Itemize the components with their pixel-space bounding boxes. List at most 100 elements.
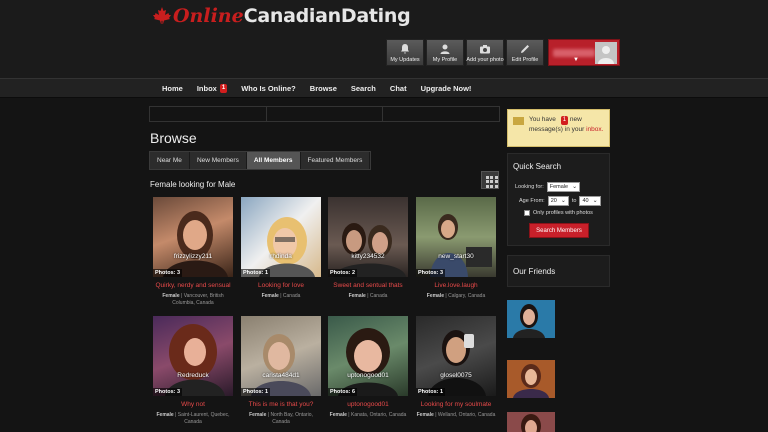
member-meta: Female | Kanata, Ontario, Canada [329, 412, 407, 418]
maple-leaf-icon [152, 6, 172, 26]
member-tagline[interactable]: Sweet and sentual thats [328, 282, 408, 289]
member-tagline[interactable]: This is me is that you? [241, 401, 321, 408]
nav-upgrade[interactable]: Upgrade Now! [421, 84, 472, 93]
my-profile-button[interactable]: My Profile [426, 39, 464, 66]
member-photo[interactable]: glosel0075 Photos: 1 [416, 316, 496, 396]
member-location: Canada [369, 293, 388, 299]
profile-icon [440, 44, 450, 54]
photo-count: Photos: 3 [416, 269, 446, 277]
tab-new-members[interactable]: New Members [190, 152, 247, 169]
nav-chat[interactable]: Chat [390, 84, 407, 93]
photo-count: Photos: 1 [241, 269, 271, 277]
member-username: uptonogood01 [347, 372, 389, 379]
add-photo-label: Add your photo [466, 57, 504, 63]
photos-only-row: Only profiles with photos [524, 210, 593, 216]
nav-inbox[interactable]: Inbox 1 [197, 83, 228, 93]
member-photo[interactable]: uptonogood01 Photos: 6 [328, 316, 408, 396]
member-photo[interactable]: Redreduck Photos: 3 [153, 316, 233, 396]
site-logo[interactable]: Online CanadianDating [152, 4, 411, 28]
member-tagline[interactable]: Live.love.laugh [416, 282, 496, 289]
our-friends-panel: Our Friends [507, 255, 610, 287]
friend-thumbnail[interactable] [507, 300, 555, 338]
my-updates-button[interactable]: My Updates [386, 39, 424, 66]
member-card[interactable]: kitty234532 Photos: 2 Sweet and sentual … [328, 197, 408, 300]
tab-near-me[interactable]: Near Me [150, 152, 190, 169]
member-username: glosel0075 [440, 372, 472, 379]
age-row: Age From: 20 to 40 [519, 196, 601, 206]
member-tagline[interactable]: Why not [153, 401, 233, 408]
age-to-value: 40 [582, 198, 589, 204]
looking-for-label: Looking for: [515, 184, 544, 190]
message-text-pre: You have [529, 116, 556, 123]
age-to-label: to [571, 198, 577, 204]
account-menu[interactable]: ▼ [548, 39, 620, 66]
message-count-badge: 1 [560, 116, 569, 125]
member-photo[interactable]: rhdinda Photos: 1 [241, 197, 321, 277]
search-members-button[interactable]: Search Members [529, 223, 589, 238]
member-photo[interactable]: kitty234532 Photos: 2 [328, 197, 408, 277]
inbox-link[interactable]: inbox. [586, 126, 603, 133]
age-from-select[interactable]: 20 [547, 196, 569, 206]
updates-icon [401, 44, 409, 54]
main-nav: Home Inbox 1 Who Is Online? Browse Search… [0, 78, 768, 98]
age-from-value: 20 [550, 198, 557, 204]
member-location: North Bay, Ontario, Canada [270, 412, 313, 425]
caret-down-icon: ▼ [573, 57, 579, 63]
photos-only-label: Only profiles with photos [533, 210, 593, 216]
quick-search-title: Quick Search [513, 162, 562, 171]
nav-home[interactable]: Home [162, 84, 183, 93]
my-updates-label: My Updates [390, 57, 420, 63]
photo-count: Photos: 6 [328, 388, 358, 396]
pencil-icon [521, 45, 529, 53]
username-blurred [553, 48, 595, 57]
nav-browse[interactable]: Browse [310, 84, 337, 93]
add-photo-button[interactable]: Add your photo [466, 39, 504, 66]
tab-all-members[interactable]: All Members [246, 152, 301, 169]
photo-count: Photos: 1 [416, 388, 446, 396]
our-friends-title: Our Friends [513, 267, 556, 276]
photo-count: Photos: 2 [328, 269, 358, 277]
photo-count: Photos: 1 [241, 388, 271, 396]
member-card[interactable]: rhdinda Photos: 1 Looking for love Femal… [241, 197, 321, 300]
member-photo[interactable]: carista484d1 Photos: 1 [241, 316, 321, 396]
tab-featured-members[interactable]: Featured Members [301, 152, 371, 169]
nav-who-online[interactable]: Who Is Online? [241, 84, 296, 93]
grid-view-icon[interactable] [481, 171, 499, 189]
looking-for-select[interactable]: Female [546, 182, 581, 192]
member-card[interactable]: glosel0075 Photos: 1 Looking for my soul… [416, 316, 496, 419]
nav-search[interactable]: Search [351, 84, 376, 93]
member-username: new_start30 [438, 253, 474, 260]
member-meta: Female | Canada [348, 293, 388, 299]
photos-only-checkbox[interactable] [524, 210, 530, 216]
member-tagline[interactable]: uptonogood01 [328, 401, 408, 408]
friend-thumbnail[interactable] [507, 360, 555, 398]
member-meta: Female | Saint-Laurent, Quebec, Canada [156, 412, 230, 425]
member-location: Welland, Ontario, Canada [437, 412, 496, 418]
age-to-select[interactable]: 40 [579, 196, 601, 206]
looking-for-row: Looking for: Female [515, 182, 581, 192]
member-photo[interactable]: new_start30 Photos: 3 [416, 197, 496, 277]
member-gender: Female [156, 412, 174, 418]
member-tagline[interactable]: Looking for love [241, 282, 321, 289]
member-card[interactable]: frizzylizzy211 Photos: 3 Quirky, nerdy a… [153, 197, 233, 307]
member-meta: Female | Vancouver, British Columbia, Ca… [162, 293, 224, 306]
envelope-icon [513, 117, 524, 125]
member-card[interactable]: uptonogood01 Photos: 6 uptonogood01 Fema… [328, 316, 408, 419]
member-username: Redreduck [177, 372, 209, 379]
user-avatar [595, 42, 617, 64]
member-tagline[interactable]: Looking for my soulmate [416, 401, 496, 408]
member-card[interactable]: carista484d1 Photos: 1 This is me is tha… [241, 316, 321, 426]
photo-count: Photos: 3 [153, 269, 183, 277]
member-tagline[interactable]: Quirky, nerdy and sensual [153, 282, 233, 289]
member-gender: Female [249, 412, 267, 418]
member-card[interactable]: new_start30 Photos: 3 Live.love.laugh Fe… [416, 197, 496, 300]
member-username: frizzylizzy211 [173, 253, 213, 260]
member-gender: Female [329, 412, 347, 418]
member-photo[interactable]: frizzylizzy211 Photos: 3 [153, 197, 233, 277]
member-username: carista484d1 [262, 372, 300, 379]
member-card[interactable]: Redreduck Photos: 3 Why not Female | Sai… [153, 316, 233, 426]
friend-thumbnail[interactable] [507, 412, 555, 432]
member-meta: Female | Calgary, Canada [426, 293, 486, 299]
member-username: kitty234532 [351, 253, 385, 260]
edit-profile-button[interactable]: Edit Profile [506, 39, 544, 66]
